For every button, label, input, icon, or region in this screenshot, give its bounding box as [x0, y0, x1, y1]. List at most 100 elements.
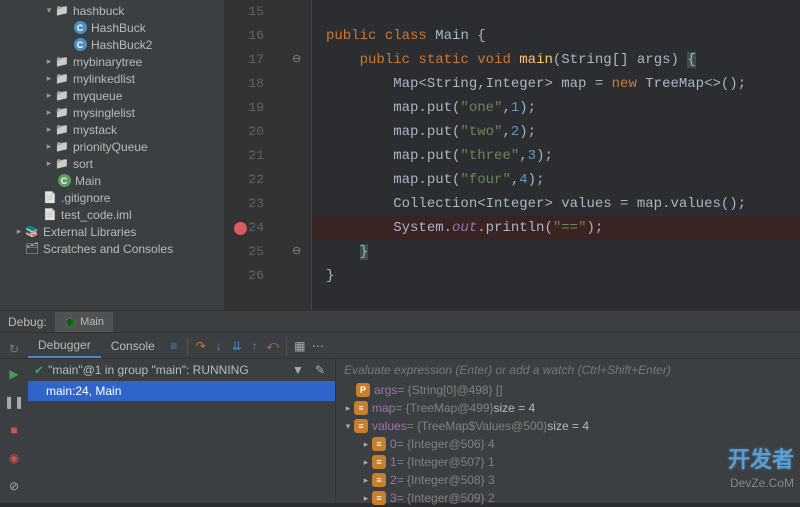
tab-console[interactable]: Console: [101, 335, 165, 357]
param-icon: P: [356, 383, 370, 397]
var-row-values[interactable]: ▾ ≡ values = {TreeMap$Values@500} size =…: [336, 417, 800, 435]
library-icon: [24, 225, 40, 239]
field-icon: ≡: [372, 437, 386, 451]
code-area[interactable]: public class Main { public static void m…: [312, 0, 800, 310]
more-icon[interactable]: ⋯: [309, 337, 327, 355]
debug-tool-window: Debug: Main ↻ Debugger Console ≡ ↷ ↓ ⇊ ↑…: [0, 310, 800, 502]
chevron-right-icon[interactable]: ▸: [44, 56, 54, 67]
var-name: args: [374, 383, 397, 397]
field-icon: ≡: [372, 491, 386, 505]
var-row-args[interactable]: P args = {String[0]@498} []: [336, 381, 800, 399]
file-icon: [42, 208, 58, 222]
line-number: 23: [224, 192, 264, 216]
view-breakpoints-icon[interactable]: ◉: [5, 449, 23, 467]
drop-frame-icon[interactable]: ⤺: [264, 337, 282, 355]
watch-input[interactable]: Evaluate expression (Enter) or add a wat…: [336, 359, 800, 381]
line-number: 20: [224, 120, 264, 144]
var-name: 2: [390, 473, 397, 487]
pause-icon[interactable]: ❚❚: [5, 393, 23, 411]
var-value: = {Integer@509} 2: [397, 491, 495, 505]
tree-folder-myqueue[interactable]: ▸ myqueue: [0, 87, 224, 104]
chevron-right-icon[interactable]: ▸: [44, 90, 54, 101]
var-name: map: [372, 401, 395, 415]
line-number: 25: [224, 240, 264, 264]
folder-icon: [54, 157, 70, 171]
chevron-right-icon[interactable]: ▸: [44, 124, 54, 135]
tree-class-hashbuck2[interactable]: HashBuck2: [0, 36, 224, 53]
debug-toolbar: ↻ Debugger Console ≡ ↷ ↓ ⇊ ↑ ⤺ ▦ ⋯: [0, 333, 800, 359]
tree-file-iml[interactable]: test_code.iml: [0, 206, 224, 223]
tree-external-libraries[interactable]: ▸ External Libraries: [0, 223, 224, 240]
chevron-right-icon[interactable]: ▸: [342, 403, 354, 414]
mute-breakpoints-icon[interactable]: ⊘: [5, 477, 23, 495]
class-run-icon: [58, 174, 71, 187]
tree-folder-mybinarytree[interactable]: ▸ mybinarytree: [0, 53, 224, 70]
folder-icon: [54, 55, 70, 69]
step-over-icon[interactable]: ↷: [192, 337, 210, 355]
debug-title: Debug:: [0, 315, 55, 329]
var-row-index-3[interactable]: ▸ ≡ 3 = {Integer@509} 2: [336, 489, 800, 507]
chevron-right-icon[interactable]: ▸: [44, 73, 54, 84]
gutter-fold[interactable]: ⊖ ⊖: [278, 0, 312, 310]
chevron-right-icon[interactable]: ▸: [14, 226, 24, 237]
tree-folder-sort[interactable]: ▸ sort: [0, 155, 224, 172]
tree-label: mystack: [73, 123, 117, 137]
stack-frame-row[interactable]: main:24, Main: [28, 381, 335, 401]
var-value: = {Integer@506} 4: [397, 437, 495, 451]
var-value: = {TreeMap@499}: [395, 401, 493, 415]
tree-class-hashbuck[interactable]: HashBuck: [0, 19, 224, 36]
chevron-right-icon[interactable]: ▸: [44, 158, 54, 169]
force-step-into-icon[interactable]: ⇊: [228, 337, 246, 355]
chevron-right-icon[interactable]: ▸: [44, 107, 54, 118]
evaluate-icon[interactable]: ▦: [291, 337, 309, 355]
class-icon: [74, 38, 87, 51]
debug-run-tab[interactable]: Main: [55, 312, 113, 332]
tree-class-main[interactable]: Main: [0, 172, 224, 189]
var-size: size = 4: [547, 419, 589, 433]
tree-label: hashbuck: [73, 4, 124, 18]
chevron-down-icon[interactable]: ▾: [342, 421, 354, 432]
step-out-icon[interactable]: ↑: [246, 337, 264, 355]
tree-label: Main: [75, 174, 101, 188]
tree-scratches[interactable]: Scratches and Consoles: [0, 240, 224, 257]
filter-icon[interactable]: ▼: [289, 361, 307, 379]
tree-folder-mysinglelist[interactable]: ▸ mysinglelist: [0, 104, 224, 121]
tree-label: prionityQueue: [73, 140, 148, 154]
chevron-down-icon[interactable]: ▾: [44, 5, 54, 16]
fold-close-icon[interactable]: ⊖: [292, 244, 301, 257]
thread-selector[interactable]: ✔ "main"@1 in group "main": RUNNING ▼ ✎: [28, 359, 335, 381]
settings-icon[interactable]: ✎: [311, 361, 329, 379]
frames-panel: ✔ "main"@1 in group "main": RUNNING ▼ ✎ …: [28, 359, 336, 503]
tree-folder-mystack[interactable]: ▸ mystack: [0, 121, 224, 138]
tree-folder-prionityqueue[interactable]: ▸ prionityQueue: [0, 138, 224, 155]
code-editor[interactable]: 15 16 17 18 19 20 21 22 23 24 25 26 ▶ ▶ …: [224, 0, 800, 310]
file-icon: [42, 191, 58, 205]
chevron-right-icon[interactable]: ▸: [360, 457, 372, 468]
fold-open-icon[interactable]: ⊖: [292, 52, 301, 65]
check-icon: ✔: [34, 363, 44, 377]
breakpoint-icon[interactable]: [234, 222, 247, 235]
tab-debugger[interactable]: Debugger: [28, 334, 101, 358]
step-into-icon[interactable]: ↓: [210, 337, 228, 355]
stop-icon[interactable]: ■: [5, 421, 23, 439]
resume-icon[interactable]: ▶: [5, 365, 23, 383]
line-gutter[interactable]: 15 16 17 18 19 20 21 22 23 24 25 26 ▶ ▶: [224, 0, 278, 310]
var-row-map[interactable]: ▸ ≡ map = {TreeMap@499} size = 4: [336, 399, 800, 417]
line-number: 22: [224, 168, 264, 192]
folder-icon: [54, 123, 70, 137]
rerun-icon[interactable]: ↻: [5, 340, 23, 358]
tree-file-gitignore[interactable]: .gitignore: [0, 189, 224, 206]
chevron-right-icon[interactable]: ▸: [360, 475, 372, 486]
watermark-text: 开发者: [728, 442, 794, 474]
field-icon: ≡: [354, 401, 368, 415]
thread-dump-icon[interactable]: ≡: [165, 337, 183, 355]
tree-label: Scratches and Consoles: [43, 242, 173, 256]
var-name: values: [372, 419, 407, 433]
chevron-right-icon[interactable]: ▸: [44, 141, 54, 152]
chevron-right-icon[interactable]: ▸: [360, 439, 372, 450]
line-number: 17: [224, 48, 264, 72]
tree-folder-hashbuck[interactable]: ▾ hashbuck: [0, 2, 224, 19]
field-icon: ≡: [372, 455, 386, 469]
folder-icon: [54, 106, 70, 120]
tree-folder-mylinkedlist[interactable]: ▸ mylinkedlist: [0, 70, 224, 87]
